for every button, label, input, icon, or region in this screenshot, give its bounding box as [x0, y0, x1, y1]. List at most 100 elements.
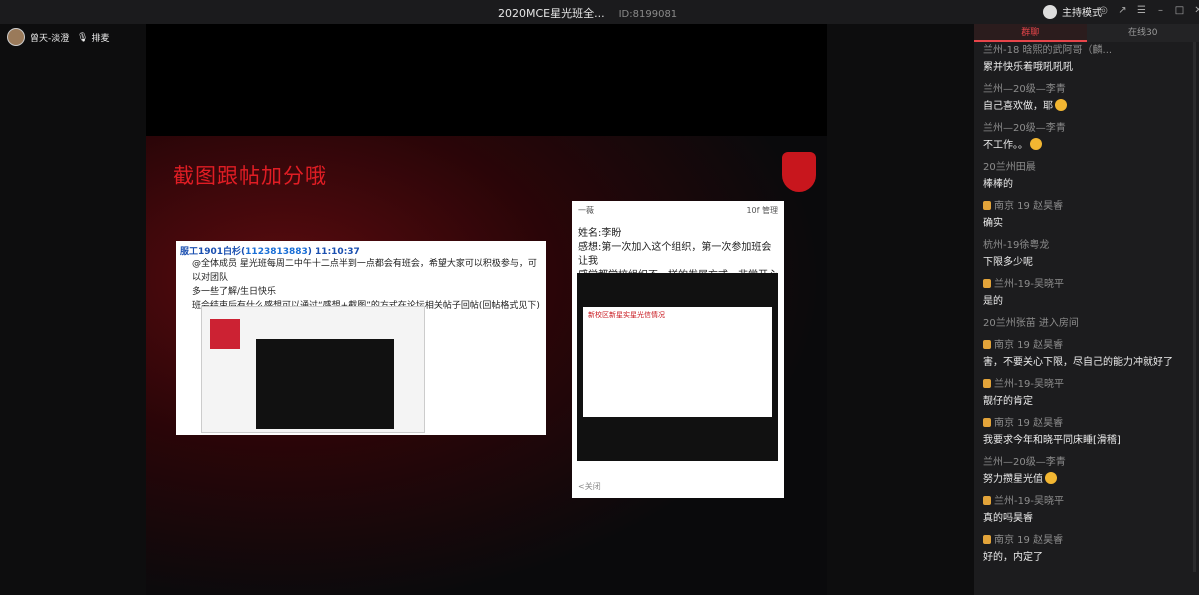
reply-line: 姓名:李盼: [578, 228, 622, 239]
post-author: 服工1901白杉(: [180, 247, 246, 257]
chat-message: 杭州-19徐粤龙 下限多少呢: [974, 237, 1192, 271]
message-sender[interactable]: 20兰州田晨: [983, 159, 1183, 176]
tab-online[interactable]: 在线30: [1086, 24, 1199, 42]
title-bar: 2020MCE星光班全... ID:8199081 主持模式 ◎ ↗ ☰ – □ …: [0, 0, 1199, 24]
presentation-slide: 截图跟帖加分哦 服工1901白杉(1123813883) 11:10:37 @全…: [146, 136, 827, 595]
chat-scrollbar[interactable]: [1193, 42, 1196, 572]
host-mode-label: 主持模式: [1062, 8, 1102, 19]
reply-slide-title: 新校区新星实星光信情况: [588, 311, 665, 319]
message-text: 靓仔的肯定: [983, 393, 1183, 410]
reply-line: 感想:第一次加入这个组织，第一次参加班会让我: [578, 242, 772, 267]
message-content: 努力攒星光值: [983, 474, 1043, 485]
message-text: 下限多少呢: [983, 254, 1183, 271]
message-text: 真的吗昊睿: [983, 510, 1183, 527]
message-sender[interactable]: 兰州—20级—李青: [983, 120, 1183, 137]
message-content: 累并快乐着哦吼吼吼: [983, 62, 1073, 73]
window-controls: ◎ ↗ ☰ – □ ✕: [1098, 5, 1199, 16]
reply-floor: 10f: [746, 206, 760, 215]
chat-message: 20兰州田晨 棒棒的: [974, 159, 1192, 193]
maximize-icon[interactable]: □: [1174, 5, 1185, 16]
message-sender[interactable]: 兰州-19-吴晓平: [983, 376, 1183, 393]
sender-name: 兰州-18 晗熙的武阿哥（麟...: [983, 45, 1113, 56]
room-id: ID:8199081: [618, 9, 678, 20]
post-header: 服工1901白杉(1123813883) 11:10:37: [180, 244, 542, 257]
sender-name: 兰州-19-吴晓平: [994, 379, 1064, 390]
tab-group-chat[interactable]: 群聊: [974, 24, 1087, 42]
slide-title: 截图跟帖加分哦: [173, 164, 327, 188]
chat-message: 兰州-19-吴晓平真的吗昊睿: [974, 493, 1192, 527]
member-badge-icon: [983, 535, 991, 544]
sender-name: 兰州-19-吴晓平: [994, 496, 1064, 507]
message-sender[interactable]: 南京 19 赵昊睿: [983, 337, 1183, 354]
reply-slide-thumb: 新校区新星实星光信情况: [583, 307, 772, 417]
screenshot-group-post: 服工1901白杉(1123813883) 11:10:37 @全体成员 星光班每…: [176, 241, 546, 435]
sender-name: 兰州—20级—李青: [983, 457, 1066, 468]
rank-button[interactable]: 🎙 排麦: [77, 31, 110, 45]
message-sender[interactable]: 兰州—20级—李青: [983, 81, 1183, 98]
member-badge-icon: [983, 418, 991, 427]
menu-icon[interactable]: ☰: [1136, 5, 1147, 16]
screenshot-forum-reply: 一薇 10f 管理 姓名:李盼 感想:第一次加入这个组织，第一次参加班会让我 感…: [572, 201, 784, 498]
share-icon[interactable]: ↗: [1117, 5, 1128, 16]
message-content: 我要求今年和晓平同床睡[滑稽]: [983, 435, 1121, 446]
reply-manage: 管理: [762, 206, 778, 215]
sender-name: 南京 19 赵昊睿: [994, 535, 1064, 546]
message-sender[interactable]: 南京 19 赵昊睿: [983, 415, 1183, 432]
room-title: 2020MCE星光班全...: [498, 7, 605, 20]
member-badge-icon: [983, 340, 991, 349]
sender-name: 南京 19 赵昊睿: [994, 418, 1064, 429]
message-text: 是的: [983, 293, 1183, 310]
current-user[interactable]: 曾天-淡澄: [7, 28, 69, 46]
embedded-avatar: [210, 319, 240, 349]
host-mode-toggle[interactable]: 主持模式: [1043, 4, 1102, 19]
chat-message: 兰州-19-吴晓平靓仔的肯定: [974, 376, 1192, 410]
message-content: 确实: [983, 218, 1003, 229]
message-sender[interactable]: 兰州-18 晗熙的武阿哥（麟...: [983, 42, 1183, 59]
message-sender[interactable]: 20兰州张苗 进入房间: [983, 315, 1183, 332]
minimize-icon[interactable]: –: [1155, 5, 1166, 16]
video-stage[interactable]: 截图跟帖加分哦 服工1901白杉(1123813883) 11:10:37 @全…: [146, 24, 827, 595]
sender-name: 南京 19 赵昊睿: [994, 340, 1064, 351]
host-avatar: [1043, 4, 1057, 19]
sender-name: 杭州-19徐粤龙: [983, 240, 1050, 251]
message-sender[interactable]: 南京 19 赵昊睿: [983, 198, 1183, 215]
settings-icon[interactable]: ◎: [1098, 5, 1109, 16]
message-sender[interactable]: 兰州-19-吴晓平: [983, 493, 1183, 510]
chat-message: 兰州-19-吴晓平是的: [974, 276, 1192, 310]
message-text: 我要求今年和晓平同床睡[滑稽]: [983, 432, 1183, 449]
member-badge-icon: [983, 201, 991, 210]
message-sender[interactable]: 兰州—20级—李青: [983, 454, 1183, 471]
message-sender[interactable]: 兰州-19-吴晓平: [983, 276, 1183, 293]
message-text: 害，不要关心下限，尽自己的能力冲就好了: [983, 354, 1183, 371]
message-text: 努力攒星光值: [983, 471, 1183, 488]
message-content: 下限多少呢: [983, 257, 1033, 268]
post-line: @全体成员 星光班每周二中午十二点半到一点都会有班会，希望大家可以积极参与，可以…: [192, 259, 537, 283]
message-sender[interactable]: 南京 19 赵昊睿: [983, 532, 1183, 549]
message-list[interactable]: 兰州-18 晗熙的武阿哥（麟... 累并快乐着哦吼吼吼 兰州—20级—李青 自己喜欢做…: [974, 42, 1192, 595]
rank-label: 排麦: [91, 34, 110, 44]
chat-message: 南京 19 赵昊睿害，不要关心下限，尽自己的能力冲就好了: [974, 337, 1192, 371]
reply-author: 一薇: [578, 206, 594, 215]
embedded-video-thumb: [256, 339, 394, 429]
app-window: 2020MCE星光班全... ID:8199081 主持模式 ◎ ↗ ☰ – □ …: [0, 0, 1199, 595]
message-text: 好的，内定了: [983, 549, 1183, 566]
chat-message: 兰州—20级—李青 努力攒星光值: [974, 454, 1192, 488]
message-text: 自己喜欢做，耶: [983, 98, 1183, 115]
embedded-screenshot: [201, 306, 425, 433]
avatar: [7, 28, 25, 46]
reply-footer: <关闭: [578, 482, 601, 491]
message-text: 不工作。。: [983, 137, 1183, 154]
chat-message: 南京 19 赵昊睿确实: [974, 198, 1192, 232]
msi-logo-icon: [782, 152, 816, 192]
message-content: 真的吗昊睿: [983, 513, 1033, 524]
message-sender[interactable]: 杭州-19徐粤龙: [983, 237, 1183, 254]
post-line: 多一些了解/生日快乐: [192, 287, 277, 297]
chat-panel: 群聊 在线30 兰州-18 晗熙的武阿哥（麟... 累并快乐着哦吼吼吼 兰州—20级…: [974, 24, 1199, 595]
chat-message: 兰州-18 晗熙的武阿哥（麟... 累并快乐着哦吼吼吼: [974, 42, 1192, 76]
message-text: 棒棒的: [983, 176, 1183, 193]
post-time: ) 11:10:37: [307, 247, 360, 257]
close-icon[interactable]: ✕: [1193, 5, 1199, 16]
chat-tabs: 群聊 在线30: [974, 24, 1199, 42]
reply-header: 一薇 10f 管理: [572, 201, 784, 223]
sender-name: 兰州-19-吴晓平: [994, 279, 1064, 290]
